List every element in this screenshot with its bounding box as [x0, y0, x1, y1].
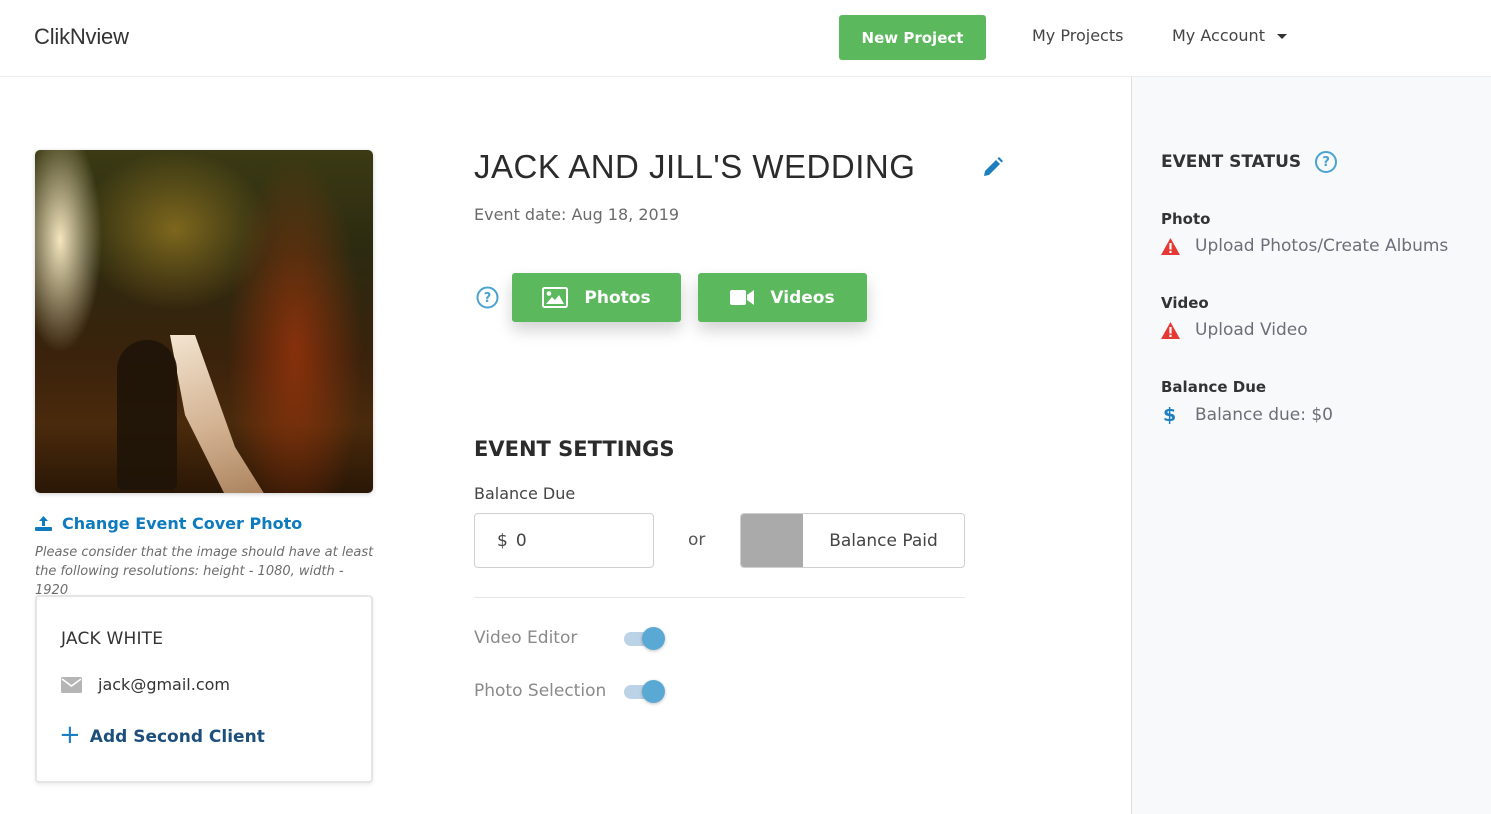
change-cover-photo-label: Change Event Cover Photo [62, 514, 303, 533]
status-balance-text: Balance due: $0 [1195, 405, 1333, 425]
status-photo-label: Photo [1161, 210, 1211, 228]
status-photo: Photo Upload Photos/Create Albums [1161, 210, 1448, 256]
videos-button[interactable]: Videos [698, 273, 867, 322]
new-project-button[interactable]: New Project [839, 15, 986, 60]
photo-selection-label: Photo Selection [474, 681, 607, 701]
photos-button-label: Photos [584, 287, 651, 308]
event-status-title: EVENT STATUS ? [1161, 151, 1338, 173]
upload-icon [35, 516, 52, 531]
status-video-row[interactable]: Upload Video [1161, 320, 1308, 340]
nav-my-account-label: My Account [1172, 26, 1265, 45]
pencil-icon[interactable] [982, 156, 1004, 178]
status-balance: Balance Due $ Balance due: $0 [1161, 378, 1333, 426]
nav-my-projects[interactable]: My Projects [1032, 26, 1123, 45]
caret-down-icon [1276, 34, 1287, 39]
balance-paid-checkbox[interactable] [741, 514, 803, 567]
event-date: Event date: Aug 18, 2019 [474, 205, 680, 224]
nav-my-account[interactable]: My Account [1172, 26, 1287, 45]
client-card: JACK WHITE jack@gmail.com + Add Second C… [35, 595, 373, 783]
photos-button[interactable]: Photos [512, 273, 681, 322]
app-logo[interactable]: ClikNview [34, 24, 129, 50]
change-cover-photo-link[interactable]: Change Event Cover Photo [35, 514, 302, 533]
event-settings-title: EVENT SETTINGS [474, 437, 675, 461]
cover-resolution-note: Please consider that the image should ha… [35, 545, 374, 598]
image-icon [542, 287, 569, 308]
videos-button-label: Videos [770, 287, 835, 308]
status-video-label: Video [1161, 294, 1209, 312]
or-separator: or [688, 530, 706, 550]
event-cover-photo [35, 150, 373, 493]
photo-selection-row: Photo Selection [474, 680, 666, 703]
switch-knob[interactable] [642, 627, 665, 650]
add-second-client-button[interactable]: + Add Second Client [59, 720, 265, 750]
cover-photo-couple [117, 340, 177, 490]
event-title: JACK AND JILL'S WEDDING [474, 148, 916, 185]
balance-due-label: Balance Due [474, 484, 576, 503]
status-video-text: Upload Video [1195, 320, 1308, 340]
add-second-client-label: Add Second Client [89, 726, 265, 747]
status-video: Video Upload Video [1161, 294, 1308, 340]
client-name: JACK WHITE [61, 629, 164, 649]
dollar-icon: $ [1163, 404, 1177, 426]
currency-symbol: $ [497, 530, 508, 551]
help-icon[interactable]: ? [1315, 151, 1338, 173]
photo-selection-switch[interactable] [624, 680, 666, 703]
balance-due-input[interactable]: $ 0 [474, 513, 654, 568]
video-editor-label: Video Editor [474, 628, 578, 648]
status-photo-row[interactable]: Upload Photos/Create Albums [1161, 236, 1448, 256]
warning-icon [1161, 321, 1195, 339]
event-status-heading: EVENT STATUS [1161, 152, 1302, 172]
top-navbar: ClikNview New Project My Projects My Acc… [0, 0, 1491, 77]
plus-icon: + [59, 720, 81, 750]
warning-icon [1161, 237, 1195, 255]
envelope-icon [61, 676, 82, 693]
status-balance-row: $ Balance due: $0 [1161, 404, 1333, 426]
svg-text:?: ? [484, 291, 492, 306]
client-email-row: jack@gmail.com [61, 675, 230, 694]
event-status-panel: EVENT STATUS ? Photo Upload Photos/Creat… [1131, 77, 1491, 814]
balance-paid-label: Balance Paid [829, 530, 938, 551]
status-photo-text: Upload Photos/Create Albums [1195, 236, 1449, 256]
help-icon[interactable]: ? [476, 286, 499, 309]
settings-divider [474, 597, 965, 598]
balance-paid-toggle[interactable]: Balance Paid [740, 513, 965, 568]
client-email: jack@gmail.com [98, 675, 231, 694]
switch-knob[interactable] [642, 680, 665, 703]
cover-photo-veil [170, 335, 265, 493]
video-editor-switch[interactable] [624, 627, 666, 650]
video-camera-icon [730, 290, 755, 305]
balance-due-value[interactable]: 0 [516, 531, 527, 551]
status-balance-label: Balance Due [1161, 378, 1267, 396]
video-editor-row: Video Editor [474, 627, 666, 650]
